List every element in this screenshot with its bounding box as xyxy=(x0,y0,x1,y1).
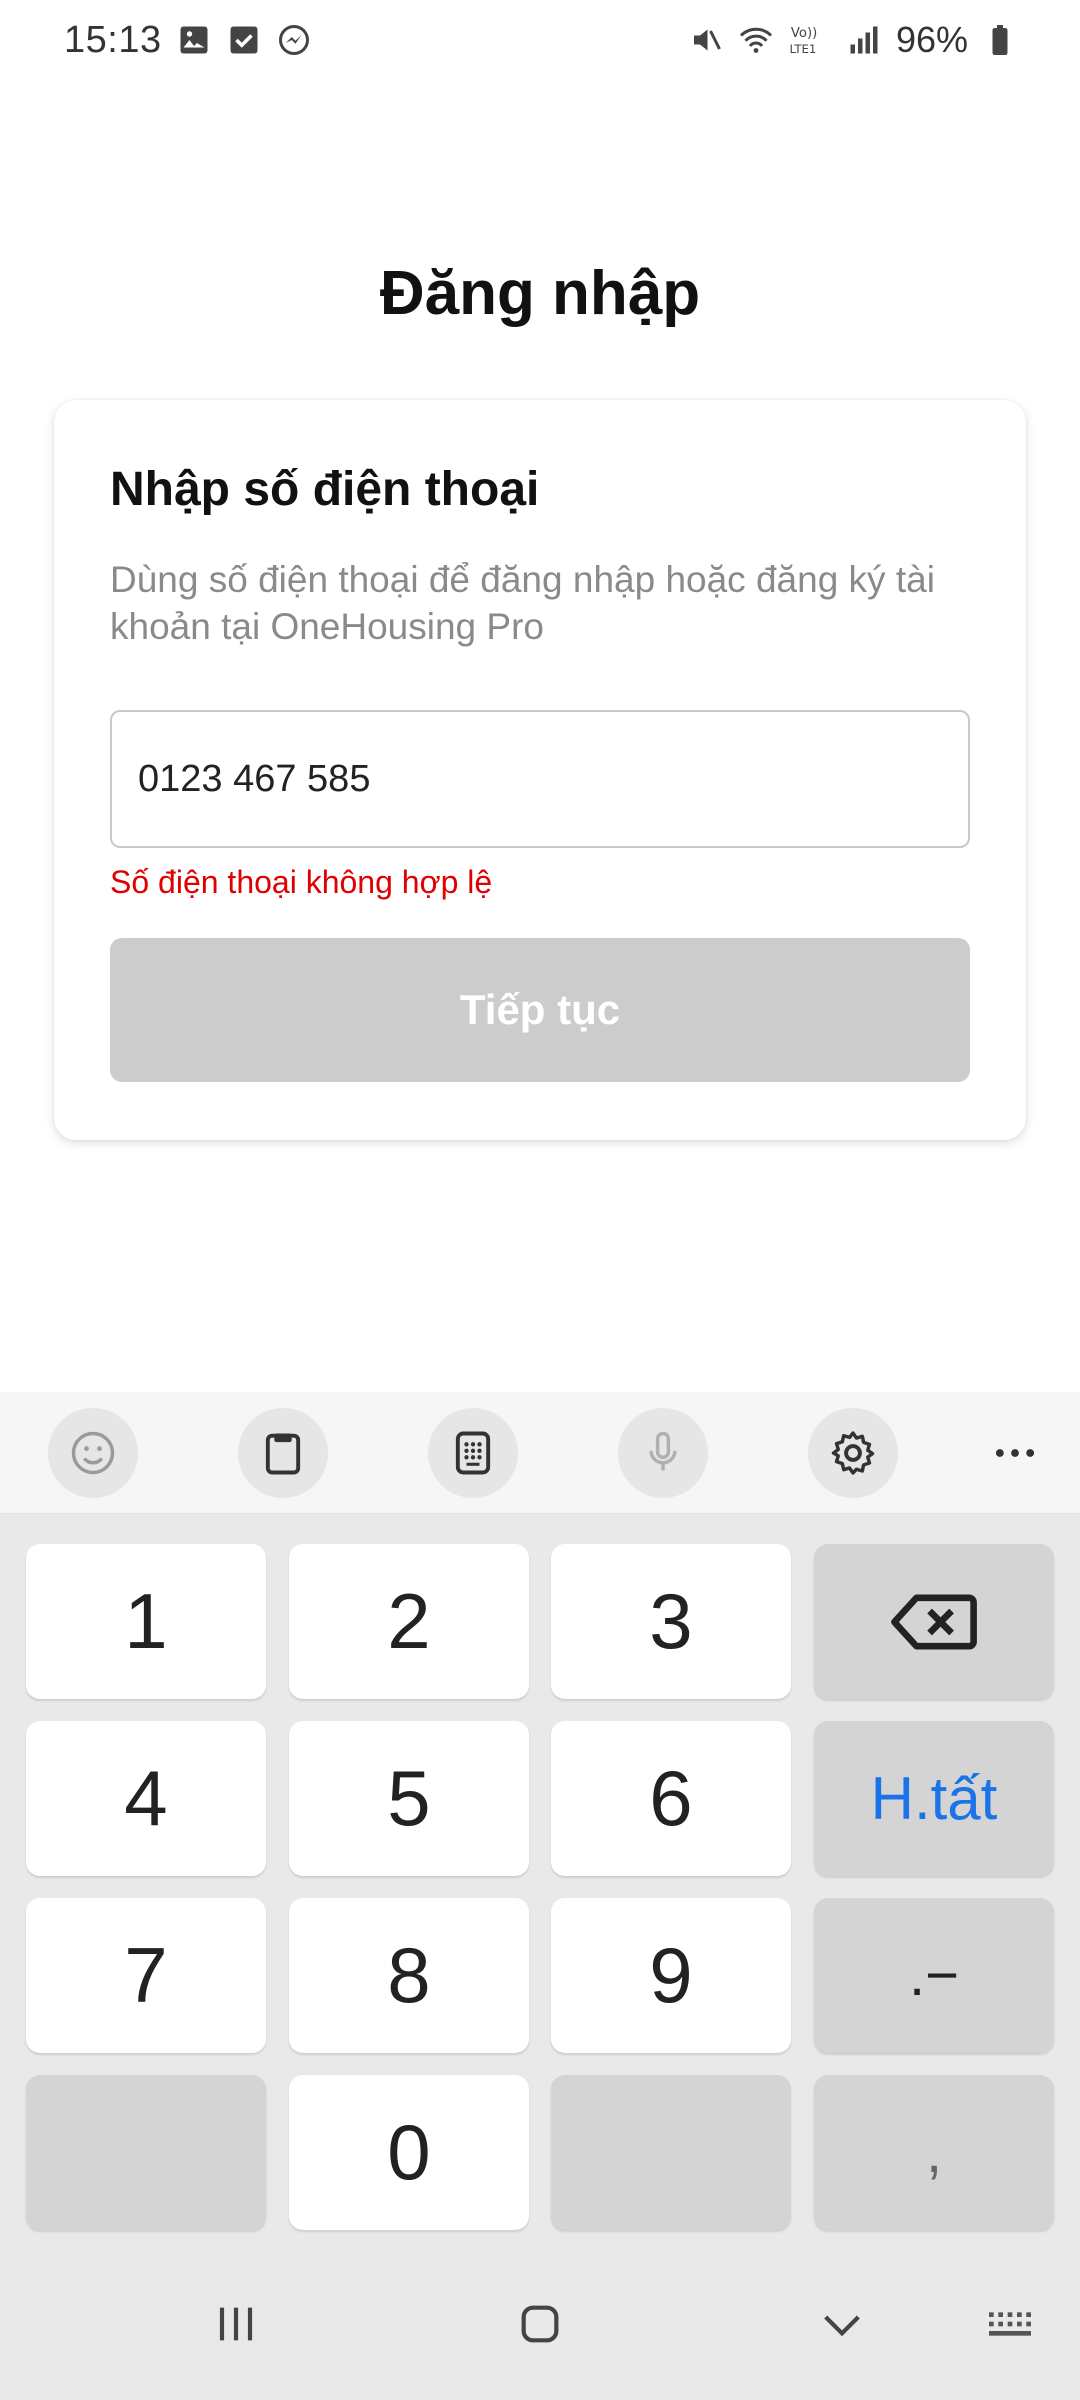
key-0[interactable]: 0 xyxy=(289,2075,529,2230)
login-card: Nhập số điện thoại Dùng số điện thoại để… xyxy=(54,400,1026,1140)
key-3[interactable]: 3 xyxy=(551,1544,791,1699)
backspace-key[interactable] xyxy=(814,1544,1054,1699)
keyboard-switch-icon[interactable] xyxy=(960,2284,1060,2364)
home-icon[interactable] xyxy=(490,2284,590,2364)
signal-icon xyxy=(846,22,882,58)
blank-key-right[interactable] xyxy=(551,2075,791,2230)
microphone-icon[interactable] xyxy=(618,1408,708,1498)
key-6[interactable]: 6 xyxy=(551,1721,791,1876)
error-message: Số điện thoại không hợp lệ xyxy=(110,864,493,900)
card-title: Nhập số điện thoại xyxy=(110,463,540,516)
status-right: Vo)) LTE1 96% xyxy=(688,19,1018,61)
key-9[interactable]: 9 xyxy=(551,1898,791,2053)
comma-key[interactable]: , xyxy=(814,2075,1054,2230)
wifi-icon xyxy=(738,22,774,58)
settings-icon[interactable] xyxy=(808,1408,898,1498)
messenger-icon xyxy=(276,22,312,58)
more-icon[interactable] xyxy=(970,1408,1060,1498)
mute-icon xyxy=(688,22,724,58)
emoji-icon[interactable] xyxy=(48,1408,138,1498)
navigation-bar xyxy=(0,2254,1080,2400)
key-4[interactable]: 4 xyxy=(26,1721,266,1876)
clipboard-icon[interactable] xyxy=(238,1408,328,1498)
key-5[interactable]: 5 xyxy=(289,1721,529,1876)
status-left: 15:13 xyxy=(64,19,312,62)
status-time: 15:13 xyxy=(64,18,162,61)
hide-keyboard-icon[interactable] xyxy=(792,2284,892,2364)
phone-input-value: 0123 467 585 xyxy=(138,757,371,800)
battery-icon xyxy=(982,22,1018,58)
key-1[interactable]: 1 xyxy=(26,1544,266,1699)
key-2[interactable]: 2 xyxy=(289,1544,529,1699)
volte-icon: Vo)) LTE1 xyxy=(788,22,832,58)
phone-input[interactable]: 0123 467 585 xyxy=(110,710,970,848)
svg-text:Vo)): Vo)) xyxy=(791,26,817,41)
checkbox-icon xyxy=(226,22,262,58)
key-7[interactable]: 7 xyxy=(26,1898,266,2053)
battery-percent: 96% xyxy=(895,19,968,60)
card-description: Dùng số điện thoại để đăng nhập hoặc đăn… xyxy=(110,559,935,647)
done-key[interactable]: H.tất xyxy=(814,1721,1054,1876)
key-8[interactable]: 8 xyxy=(289,1898,529,2053)
dot-dash-key[interactable]: .− xyxy=(814,1898,1054,2053)
status-bar: 15:13 Vo)) LTE1 96% xyxy=(0,0,1080,80)
recent-apps-icon[interactable] xyxy=(186,2284,286,2364)
keypad-icon[interactable] xyxy=(428,1408,518,1498)
numeric-keyboard: 1 2 3 4 5 6 H.tất 7 8 9 .− 0 , xyxy=(0,1514,1080,2254)
backspace-icon xyxy=(891,1594,977,1649)
svg-text:LTE1: LTE1 xyxy=(789,42,816,56)
keyboard-toolbar xyxy=(0,1392,1080,1514)
blank-key-left[interactable] xyxy=(26,2075,266,2230)
page-title: Đăng nhập xyxy=(379,259,701,328)
continue-button[interactable]: Tiếp tục xyxy=(110,938,970,1082)
gallery-icon xyxy=(176,22,212,58)
